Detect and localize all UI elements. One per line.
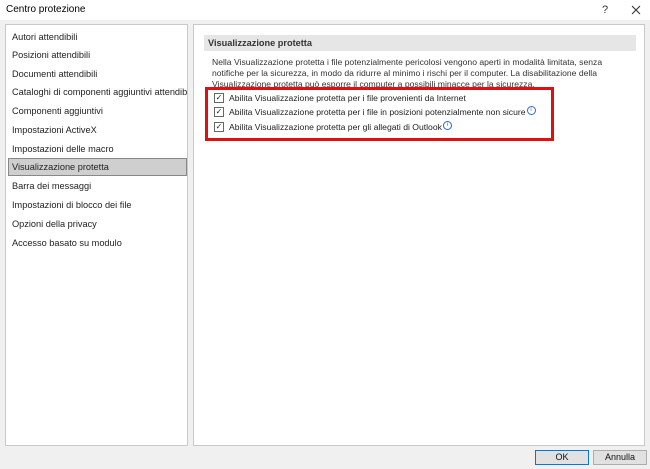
option-label: Abilita Visualizzazione protetta per i f…: [229, 107, 526, 117]
checkbox-internet-files[interactable]: ✓: [214, 92, 224, 103]
sidebar-item-autori-attendibili[interactable]: Autori attendibili: [8, 28, 187, 46]
ok-button[interactable]: OK: [535, 450, 589, 465]
sidebar-item-macro[interactable]: Impostazioni delle macro: [8, 140, 187, 158]
settings-panel: Visualizzazione protetta Nella Visualizz…: [193, 24, 645, 446]
checkbox-unsafe-locations[interactable]: ✓: [214, 106, 224, 117]
option-internet-files[interactable]: ✓ Abilita Visualizzazione protetta per i …: [214, 91, 466, 105]
help-button[interactable]: ?: [593, 1, 617, 19]
info-icon[interactable]: i: [526, 106, 536, 116]
sidebar-item-blocco-file[interactable]: Impostazioni di blocco dei file: [8, 196, 187, 214]
option-outlook-attachments[interactable]: ✓ Abilita Visualizzazione protetta per gl…: [214, 120, 452, 134]
section-header: Visualizzazione protetta: [204, 35, 636, 51]
option-label: Abilita Visualizzazione protetta per i f…: [229, 93, 466, 103]
checkbox-outlook-attachments[interactable]: ✓: [214, 121, 224, 132]
sidebar-item-barra-messaggi[interactable]: Barra dei messaggi: [8, 177, 187, 195]
trust-center-dialog: Centro protezione ? Autori attendibili P…: [0, 0, 650, 469]
sidebar-item-componenti-aggiuntivi[interactable]: Componenti aggiuntivi: [8, 102, 187, 120]
close-button[interactable]: [624, 1, 648, 19]
title-bar: Centro protezione ?: [0, 0, 650, 20]
info-icon[interactable]: i: [442, 121, 452, 131]
option-unsafe-locations[interactable]: ✓ Abilita Visualizzazione protetta per i …: [214, 105, 536, 119]
sidebar-item-visualizzazione-protetta[interactable]: Visualizzazione protetta: [8, 158, 187, 176]
option-label: Abilita Visualizzazione protetta per gli…: [229, 122, 442, 132]
sidebar-item-privacy[interactable]: Opzioni della privacy: [8, 215, 187, 233]
close-icon: [631, 5, 641, 15]
sidebar-item-accesso-modulo[interactable]: Accesso basato su modulo: [8, 234, 187, 252]
sidebar-item-activex[interactable]: Impostazioni ActiveX: [8, 121, 187, 139]
cancel-button[interactable]: Annulla: [593, 450, 647, 465]
sidebar-nav: Autori attendibili Posizioni attendibili…: [5, 24, 188, 446]
sidebar-item-documenti-attendibili[interactable]: Documenti attendibili: [8, 65, 187, 83]
section-description: Nella Visualizzazione protetta i file po…: [212, 57, 603, 89]
sidebar-item-posizioni-attendibili[interactable]: Posizioni attendibili: [8, 46, 187, 64]
window-title: Centro protezione: [6, 4, 86, 15]
sidebar-item-cataloghi[interactable]: Cataloghi di componenti aggiuntivi atten…: [8, 83, 187, 101]
